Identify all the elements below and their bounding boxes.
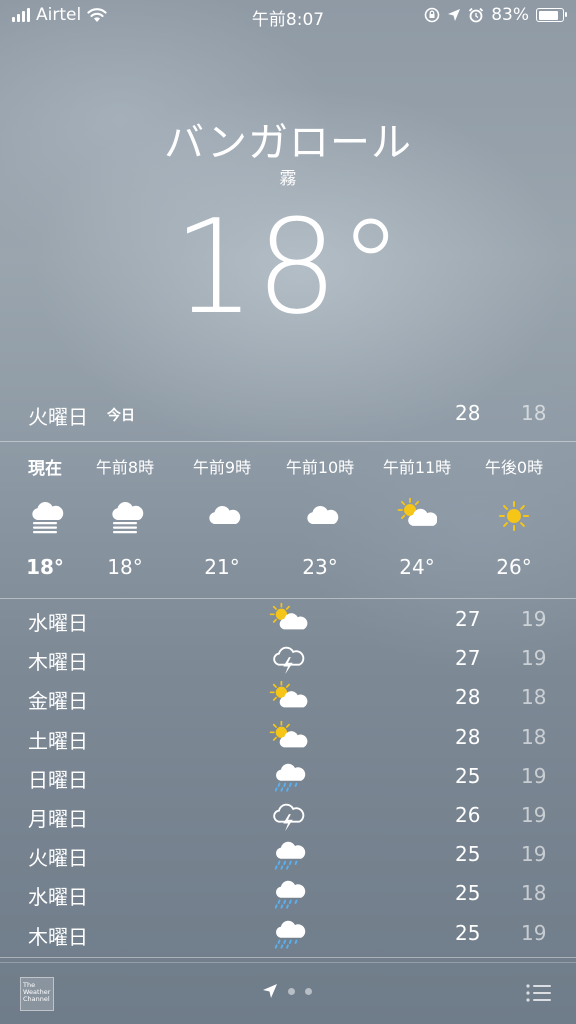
fog-icon	[105, 498, 145, 534]
rain-icon	[268, 877, 308, 911]
daily-high: 27	[455, 607, 481, 631]
daily-low: 19	[521, 607, 547, 631]
rain-icon	[268, 838, 308, 872]
today-high: 28	[455, 401, 481, 425]
alarm-icon	[469, 7, 484, 23]
daily-high: 25	[455, 763, 481, 788]
hourly-time: 午前8時	[95, 458, 155, 477]
today-day: 火曜日	[28, 405, 88, 429]
list-icon[interactable]	[525, 982, 553, 1004]
thunderstorm-icon	[268, 799, 308, 833]
daily-high: 25	[455, 881, 481, 906]
daily-row: 土曜日 28 18	[0, 718, 576, 757]
daily-high: 26	[455, 803, 481, 827]
daily-day: 水曜日	[28, 885, 88, 910]
partly-sunny-icon	[268, 602, 308, 637]
hourly-time: 午前9時	[192, 458, 252, 477]
hourly-temp: 26°	[496, 555, 532, 579]
battery-icon	[536, 8, 567, 22]
daily-low: 18	[521, 881, 547, 906]
daily-day: 水曜日	[28, 611, 88, 635]
rain-icon	[268, 917, 308, 951]
daily-low: 18	[521, 724, 547, 749]
today-tag: 今日	[107, 408, 135, 424]
sun-icon	[494, 498, 534, 534]
hourly-time: 午前11時	[382, 458, 452, 477]
location-arrow-icon[interactable]	[262, 983, 278, 999]
weather-channel-logo[interactable]: The Weather Channel	[20, 977, 54, 1011]
daily-day: 火曜日	[28, 846, 88, 871]
rain-icon	[268, 760, 308, 794]
hourly-temp: 23°	[302, 555, 338, 579]
page-indicator[interactable]	[262, 983, 312, 999]
location-icon	[448, 9, 461, 21]
daily-low: 19	[521, 803, 547, 827]
status-right: 83%	[424, 5, 567, 25]
daily-day: 金曜日	[28, 689, 88, 714]
daily-day: 月曜日	[28, 807, 88, 831]
daily-low: 19	[521, 646, 547, 671]
daily-high: 28	[455, 685, 481, 710]
status-bar: Airtel 午前8:07 83%	[0, 0, 576, 32]
partly-sunny-icon	[268, 681, 308, 715]
daily-row: 水曜日 27 19	[0, 600, 576, 639]
partly-sunny-icon	[268, 720, 308, 755]
daily-day: 木曜日	[28, 924, 88, 949]
hourly-time: 午後0時	[484, 458, 544, 477]
divider-mid	[0, 598, 576, 599]
current-temperature: 18°	[172, 191, 404, 343]
hourly-temp: 18°	[26, 555, 64, 579]
thunderstorm-icon	[268, 642, 308, 676]
daily-high: 25	[455, 842, 481, 867]
cloud-icon	[202, 498, 242, 534]
daily-row: 木曜日 27 19	[0, 639, 576, 678]
hourly-forecast[interactable]: 現在 18° 午前8時 18° 午前9時 21° 午前10時 23° 午前11時 24° 午後0…	[0, 442, 576, 597]
daily-row: 火曜日 25 19	[0, 835, 576, 874]
daily-row: 日曜日 25 19	[0, 757, 576, 796]
hourly-time: 現在	[28, 459, 62, 479]
hourly-temp: 18°	[107, 555, 143, 579]
daily-low: 19	[521, 842, 547, 867]
daily-low: 19	[521, 920, 547, 945]
daily-day: 土曜日	[28, 728, 88, 753]
rotation-lock-icon	[424, 7, 440, 23]
fog-icon	[25, 498, 65, 534]
hourly-time: 午前10時	[285, 458, 355, 477]
daily-high: 28	[455, 724, 481, 749]
daily-high: 27	[455, 646, 481, 671]
daily-low: 18	[521, 685, 547, 710]
daily-high: 25	[455, 920, 481, 945]
daily-day: 日曜日	[28, 767, 88, 792]
hourly-temp: 21°	[204, 555, 240, 579]
bottom-bar: The Weather Channel	[0, 962, 576, 1024]
today-low: 18	[521, 401, 547, 425]
page-dot[interactable]	[288, 987, 295, 995]
daily-row: 金曜日 28 18	[0, 678, 576, 717]
daily-low: 19	[521, 763, 547, 788]
daily-row: 木曜日 25 19	[0, 914, 576, 953]
hourly-temp: 24°	[399, 555, 435, 579]
daily-day: 木曜日	[28, 650, 88, 675]
page-dot[interactable]	[305, 987, 312, 995]
divider-bottom	[0, 957, 576, 958]
daily-row: 水曜日 25 18	[0, 874, 576, 913]
daily-row: 月曜日 26 19	[0, 796, 576, 835]
today-row: 火曜日 今日 28 18	[0, 393, 576, 433]
battery-percent: 83%	[491, 5, 529, 25]
city-name: バンガロール	[164, 120, 412, 166]
partly-sunny-icon	[397, 497, 438, 534]
cloud-icon	[300, 498, 340, 534]
weather-condition: 霧	[279, 169, 297, 189]
